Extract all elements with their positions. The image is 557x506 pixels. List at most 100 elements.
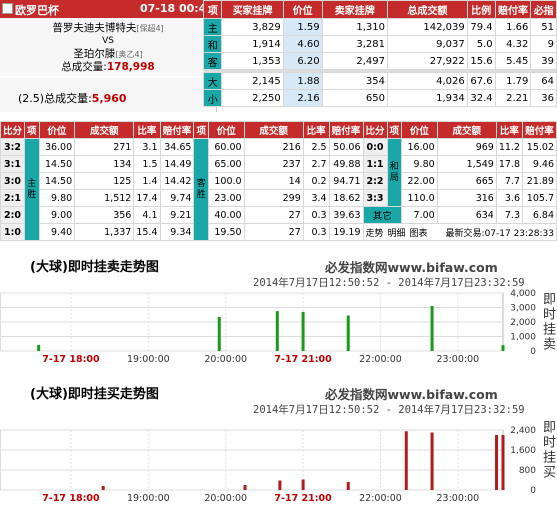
- odds-row-home[interactable]: 主 3,829 1.59 1,310 142,039 79.4 1.66 51: [202, 18, 557, 36]
- y-tick-label: 800: [519, 466, 536, 476]
- pay-value: 4.32: [494, 35, 532, 53]
- home-price: 14.50: [38, 172, 76, 190]
- draw-score: 其它: [362, 206, 403, 224]
- col-ratio: 比率: [133, 121, 161, 139]
- home-amount: 1,512: [74, 189, 135, 207]
- ratio-value: 67.6: [466, 72, 496, 90]
- col-price: 价位: [282, 0, 323, 19]
- x-tick-label: 7-17 18:00: [42, 493, 100, 504]
- col-ratio: 比率: [495, 121, 524, 139]
- home-amount: 356: [74, 206, 135, 224]
- draw-amount: 665: [436, 172, 497, 190]
- home-ratio: 4.1: [133, 206, 161, 224]
- price-value: 1.59: [282, 18, 323, 36]
- latest-trade: 最新交易:07-17 23:28:33: [445, 228, 554, 239]
- ratio-value: 15.6: [466, 52, 496, 70]
- odds-row-away[interactable]: 客 1,353 6.20 2,497 27,922 15.6 5.45 39: [202, 52, 557, 70]
- sell-chart-brand: 必发指数网www.bifaw.com: [325, 260, 498, 275]
- odds-row-under[interactable]: 小 2,250 2.16 650 1,934 32.4 2.21 36: [202, 89, 557, 107]
- home-score: 3:0: [0, 172, 26, 190]
- chart-bar: [217, 316, 221, 351]
- footer-link-1[interactable]: 明细: [388, 229, 406, 239]
- home-score: 3:2: [0, 138, 26, 156]
- draw-ratio: 7.7: [495, 172, 524, 190]
- y-tick-label: 1,000: [510, 333, 536, 343]
- home-amount: 1,337: [74, 223, 135, 241]
- draw-item: 和局: [386, 138, 403, 207]
- league-icon: [2, 3, 13, 14]
- draw-score: 3:3: [362, 189, 388, 207]
- away-price: 19.50: [207, 223, 245, 241]
- away-ratio: 0.3: [302, 223, 330, 241]
- home-price: 9.80: [38, 189, 76, 207]
- col-item: 项: [386, 121, 403, 139]
- odds-row-over[interactable]: 大 2,145 1.88 354 4,026 67.6 1.79 64: [202, 72, 557, 90]
- y-tick-label: 0: [530, 347, 536, 357]
- away-pay: 19.19: [328, 223, 364, 241]
- draw-amount: 969: [436, 138, 497, 156]
- away-team[interactable]: 圣珀尔滕: [73, 48, 115, 60]
- draw-amount: 316: [436, 189, 497, 207]
- odds-row-draw[interactable]: 和 1,914 4.60 3,281 9,037 5.0 4.32 9: [202, 35, 557, 53]
- buy-value: 3,829: [221, 18, 284, 36]
- draw-ratio: 17.8: [495, 155, 524, 173]
- draw-price: 16.00: [401, 138, 438, 156]
- sell-chart: 4,000 3,000 2,000 1,000 0 7-17 18:00 19:00:00 2…: [0, 289, 536, 365]
- col-amount: 成交额: [436, 121, 497, 139]
- league-header: 欧罗巴杯 07-18 00:45: [0, 0, 217, 18]
- index-value: 51: [530, 18, 557, 36]
- draw-price: 9.80: [401, 155, 438, 173]
- sell-value: 650: [321, 89, 389, 107]
- score-header-row: 比分 项 价位 成交额 比率 赔付率 项 价位 成交额 比率 赔付率 比分 项 …: [0, 121, 557, 139]
- footer-link-2[interactable]: 图表: [410, 229, 428, 239]
- chart-bar: [37, 344, 41, 351]
- row-item: 主: [202, 18, 223, 36]
- score-row[interactable]: 3:1 14.50 134 1.5 14.49 65.00 237 2.7 49.88 1:1 9.…: [0, 155, 557, 173]
- away-pay: 39.63: [328, 206, 364, 224]
- buy-value: 1,914: [221, 35, 284, 53]
- pay-value: 1.79: [494, 72, 532, 90]
- score-row[interactable]: 1:0 9.40 1,337 15.4 9.34 19.50 27 0.3 19.19 走势 明细图…: [0, 223, 557, 241]
- home-tag: [保超4]: [136, 24, 164, 33]
- sell-value: 3,281: [321, 35, 389, 53]
- buy-value: 2,250: [221, 89, 284, 107]
- score-row[interactable]: 3:2 主胜 36.00 271 3.1 34.65 客胜 60.00 216 2.5 50.06 0…: [0, 138, 557, 241]
- col-ratio: 比率: [302, 121, 330, 139]
- ou-volume-label: (2.5)总成交量:: [18, 92, 92, 105]
- home-score: 2:1: [0, 189, 26, 207]
- total-volume-value: 178,998: [106, 61, 155, 73]
- ratio-value: 79.4: [466, 18, 496, 36]
- league-name: 欧罗巴杯: [15, 4, 59, 17]
- buy-chart: 2,400 1,600 800 0 7-17 18:00 19:00:00 20:00:00…: [0, 426, 536, 504]
- col-amount: 成交额: [74, 121, 135, 139]
- col-buy: 买家挂牌: [221, 0, 284, 19]
- draw-pay: 21.89: [522, 172, 557, 190]
- x-tick-label: 20:00:00: [204, 354, 247, 365]
- home-price: 14.50: [38, 155, 76, 173]
- home-ratio: 17.4: [133, 189, 161, 207]
- away-amount: 299: [243, 189, 304, 207]
- score-row[interactable]: 3:0 14.50 125 1.4 14.42 100.0 14 0.2 94.71 2:2 22.…: [0, 172, 557, 190]
- col-pay: 赔付率: [328, 121, 364, 139]
- total-value: 4,026: [387, 72, 468, 90]
- away-amount: 27: [243, 206, 304, 224]
- total-value: 9,037: [387, 35, 468, 53]
- chart-bar: [430, 306, 434, 351]
- score-row[interactable]: 2:1 9.80 1,512 17.4 9.74 23.00 299 3.4 18.62 3:3 1…: [0, 189, 557, 207]
- home-score: 2:0: [0, 206, 26, 224]
- odds-table: 项 买家挂牌 价位 卖家挂牌 总成交额 比例 赔付率 必指 主 3,829 1.…: [202, 0, 557, 107]
- home-pay: 14.42: [159, 172, 195, 190]
- home-team[interactable]: 普罗夫迪夫博特夫: [52, 22, 136, 34]
- row-item: 小: [202, 89, 223, 107]
- y-tick-label: 1,600: [510, 446, 536, 456]
- col-score: 比分: [362, 121, 388, 139]
- col-price: 价位: [207, 121, 245, 139]
- home-score: 1:0: [0, 223, 26, 241]
- footer-link-0[interactable]: 走势: [366, 229, 384, 239]
- away-amount: 216: [243, 138, 304, 156]
- score-row[interactable]: 2:0 9.00 356 4.1 9.21 40.00 27 0.3 39.63 其它 7.00 63…: [0, 206, 557, 224]
- index-value: 9: [530, 35, 557, 53]
- col-item: 项: [24, 121, 40, 139]
- sell-value: 2,497: [321, 52, 389, 70]
- x-tick-label: 20:00:00: [204, 493, 247, 504]
